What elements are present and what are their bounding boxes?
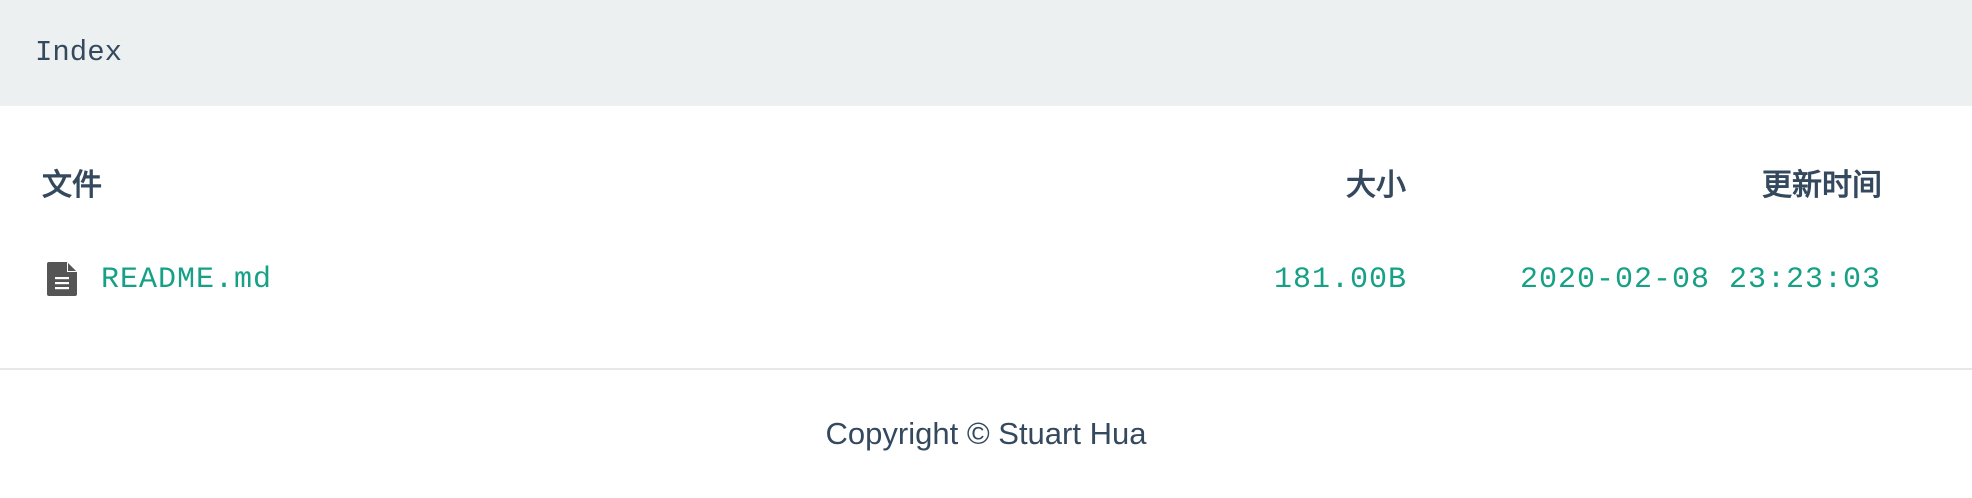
file-modified: 2020-02-08 23:23:03 <box>1519 263 1881 297</box>
column-header-size: 大小 <box>1346 168 1406 203</box>
page-title: Index <box>35 36 123 69</box>
footer-copyright: Copyright © Stuart Hua <box>825 416 1147 451</box>
file-text-icon <box>47 262 77 296</box>
file-size: 181.00B <box>1273 263 1407 297</box>
file-link[interactable]: README.md <box>101 262 272 298</box>
footer-divider <box>0 368 1972 370</box>
page-header: Index <box>0 0 1972 106</box>
column-header-file: 文件 <box>42 168 102 203</box>
column-header-modified: 更新时间 <box>1762 168 1882 203</box>
